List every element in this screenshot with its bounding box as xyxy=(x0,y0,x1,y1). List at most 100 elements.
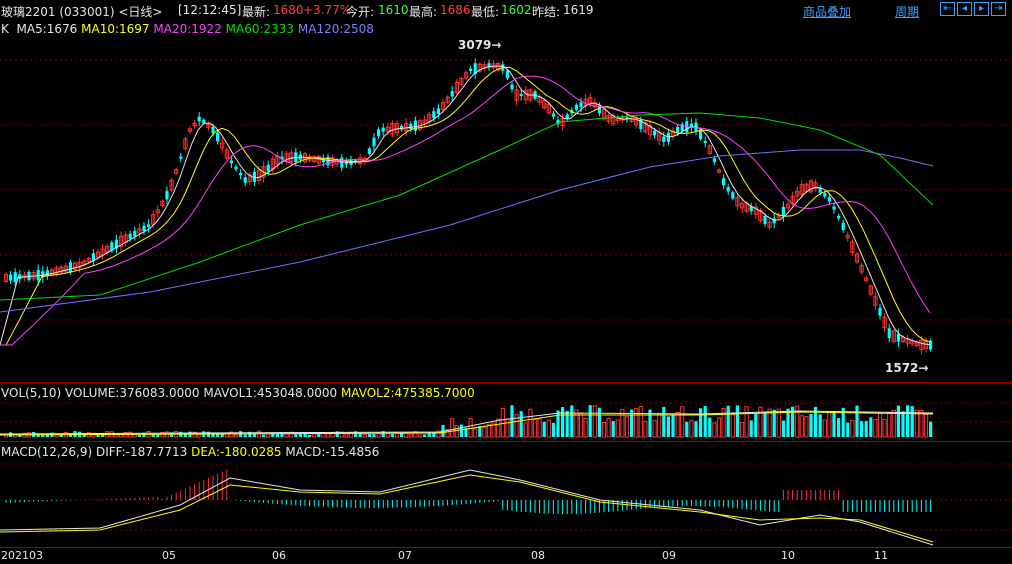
volume-bar xyxy=(877,413,883,438)
candle-body xyxy=(165,191,169,200)
volume-bar xyxy=(574,409,579,438)
volume-bar xyxy=(671,415,675,437)
date-10: 10 xyxy=(781,549,795,562)
volume-bar xyxy=(754,413,758,437)
candle-body xyxy=(340,157,344,168)
volume-bar xyxy=(601,421,607,438)
ma20-line xyxy=(0,75,931,346)
volume-bar xyxy=(496,418,501,438)
volume-bar xyxy=(542,421,546,437)
volume-bar xyxy=(652,419,657,438)
volume-bar xyxy=(505,418,510,438)
candle-body xyxy=(211,126,215,134)
candle-body xyxy=(510,84,514,90)
volume-bar xyxy=(482,426,487,438)
candle-body xyxy=(400,125,404,130)
volume-bar xyxy=(262,434,266,437)
volume-bar xyxy=(708,417,712,437)
candle-body xyxy=(409,123,413,129)
volume-bar xyxy=(914,409,919,438)
volume-bar xyxy=(385,432,390,438)
candle-body xyxy=(887,328,891,339)
volume-bar xyxy=(901,411,905,437)
volume-bar xyxy=(919,409,924,438)
volume-bar xyxy=(519,411,523,437)
volume-bar xyxy=(233,434,239,438)
volume-bar xyxy=(763,411,767,437)
volume-bar xyxy=(662,406,666,437)
volume-bar xyxy=(846,422,850,437)
volume-bar xyxy=(675,412,680,438)
ma120-line xyxy=(0,149,934,313)
volume-bar xyxy=(588,405,592,437)
volume-bar xyxy=(809,413,813,437)
volume-bar xyxy=(243,434,247,437)
candle-body xyxy=(551,113,555,117)
candle-body xyxy=(763,215,767,225)
volume-bar xyxy=(510,405,514,437)
volume-bar xyxy=(703,406,707,437)
candle-body xyxy=(450,91,454,97)
volume-bar xyxy=(592,405,597,438)
volume-bar xyxy=(887,411,892,438)
volume-bar xyxy=(556,410,560,437)
candle-body xyxy=(703,140,707,144)
candle-body xyxy=(827,197,831,202)
candle-body xyxy=(243,177,247,183)
volume-bar xyxy=(781,420,785,437)
date-09: 09 xyxy=(662,549,676,562)
volume-bar xyxy=(197,434,202,438)
candle-body xyxy=(45,270,49,277)
volume-bar xyxy=(624,416,630,438)
candle-body xyxy=(837,215,841,219)
volume-bar xyxy=(606,418,611,438)
diff-line xyxy=(0,469,934,546)
volume-bar xyxy=(408,434,413,438)
candle-body xyxy=(413,120,417,131)
volume-bar xyxy=(308,434,312,437)
volume-bar xyxy=(137,434,141,437)
volume-bar xyxy=(910,405,914,437)
candle-body xyxy=(197,116,201,122)
candle-body xyxy=(519,93,523,97)
volume-bar xyxy=(473,428,478,438)
volume-bar xyxy=(294,434,298,437)
volume-bar xyxy=(611,421,615,437)
volume-bar xyxy=(634,407,639,438)
volume-bar xyxy=(850,419,855,438)
volume-bar xyxy=(726,405,730,437)
candle-body xyxy=(381,127,385,132)
kline-chart[interactable] xyxy=(0,0,1012,564)
candle-body xyxy=(823,193,827,197)
volume-bar xyxy=(906,405,910,437)
volume-bar xyxy=(583,417,588,438)
candle-body xyxy=(128,233,132,239)
volume-bar xyxy=(500,407,505,438)
candle-body xyxy=(436,108,440,114)
ma10-line xyxy=(0,66,931,346)
volume-bar xyxy=(923,413,929,438)
candle-body xyxy=(469,68,473,72)
candle-body xyxy=(367,148,371,154)
date-11: 11 xyxy=(874,549,888,562)
candle-body xyxy=(781,206,785,217)
volume-bar xyxy=(325,433,331,438)
candle-body xyxy=(722,178,726,186)
volume-bar xyxy=(561,407,565,437)
candle-body xyxy=(179,156,183,159)
volume-bar xyxy=(855,405,859,437)
volume-bar xyxy=(570,405,574,437)
volume-bar xyxy=(643,420,648,438)
volume-bar xyxy=(551,422,555,437)
volume-bar xyxy=(367,434,371,437)
volume-bar xyxy=(372,434,376,437)
candle-body xyxy=(133,230,137,237)
volume-bar xyxy=(735,405,739,437)
candle-body xyxy=(372,137,376,147)
date-start: 202103 xyxy=(1,549,43,562)
volume-bar xyxy=(799,415,804,438)
volume-bar xyxy=(284,433,289,438)
volume-bar xyxy=(869,417,873,437)
volume-bar xyxy=(390,434,394,437)
candle-body xyxy=(832,206,836,210)
